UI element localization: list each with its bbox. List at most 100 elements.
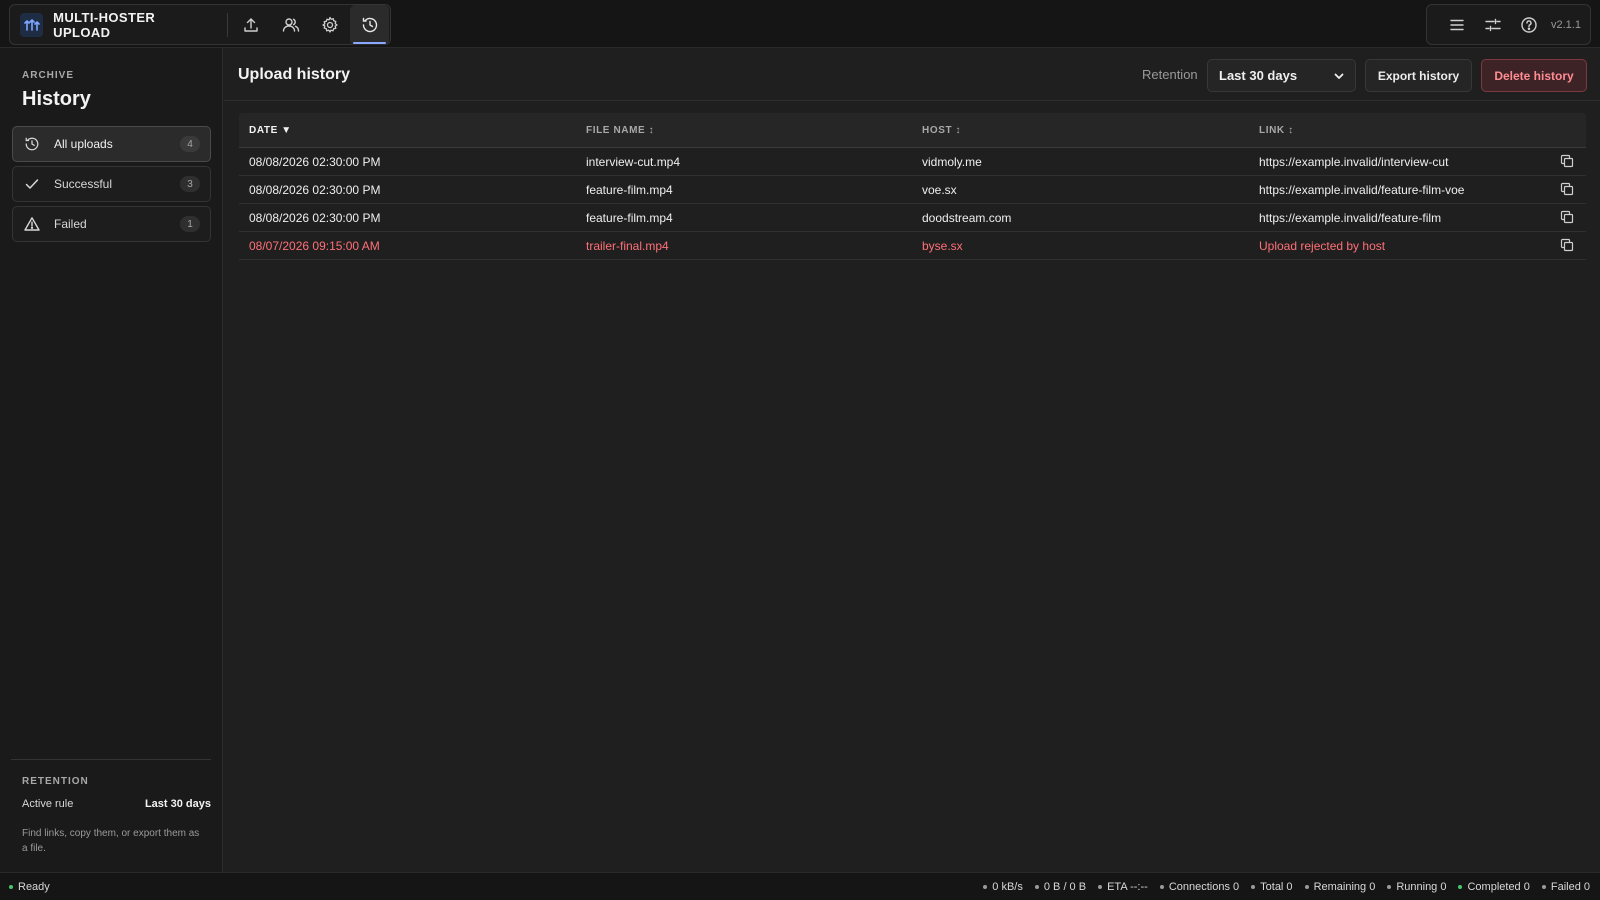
retention-note: Find links, copy them, or export them as… [22,828,200,854]
filter-label: Failed [54,217,87,231]
bullet-icon [1458,885,1463,889]
cell-host: byse.sx [922,238,963,253]
stat-failed: Failed 0 [1541,881,1590,893]
app-logo-icon [20,12,44,37]
cell-host: doodstream.com [922,210,1012,225]
copy-icon[interactable] [1560,182,1574,196]
stat-bytes: 0 B / 0 B [1034,881,1087,893]
filter-failed[interactable]: Failed 1 [12,206,211,242]
bullet-icon [983,885,988,889]
menu-icon [1450,19,1464,30]
bullet-icon [1387,885,1392,889]
copy-icon[interactable] [1560,238,1574,252]
retention-select[interactable]: Last 30 days [1207,59,1356,92]
brand-nav-group: MULTI-HOSTER UPLOAD [9,4,391,45]
stat-failed-value: Failed 0 [1550,881,1590,893]
divider [226,12,228,37]
sidebar-title: History [22,88,91,110]
cell-link[interactable]: https://example.invalid/feature-film-voe [1259,183,1464,197]
copy-icon[interactable] [1560,154,1574,168]
stat-running-value: Running 0 [1396,881,1447,893]
top-bar: MULTI-HOSTER UPLOAD v2.1.1 [0,0,1600,48]
stat-eta: ETA --:-- [1098,881,1148,893]
bullet-icon [1098,885,1103,889]
app-title: MULTI-HOSTER UPLOAD [53,9,156,40]
active-rule-label: Active rule [22,798,74,810]
sliders-icon [1485,18,1501,31]
filter-successful[interactable]: Successful 3 [12,166,211,202]
stat-remaining: Remaining 0 [1304,881,1376,893]
retention-panel: RETENTION Active rule Last 30 days Find … [11,759,211,854]
main-header: Upload history Retention Last 30 days Ex… [224,48,1600,101]
preferences-button[interactable] [1475,7,1511,43]
stat-completed: Completed 0 [1458,881,1530,893]
main-content: Upload history Retention Last 30 days Ex… [224,48,1600,872]
cell-host: voe.sx [922,182,957,197]
table-row-failed: 08/07/2026 09:15:00 AM trailer-final.mp4… [239,232,1586,260]
retention-selected-value: Last 30 days [1219,68,1298,83]
export-history-button[interactable]: Export history [1365,59,1472,92]
cell-date: 08/08/2026 02:30:00 PM [249,154,381,169]
table-row: 08/08/2026 02:30:00 PM interview-cut.mp4… [239,148,1586,176]
users-icon [282,17,299,32]
column-header-date[interactable]: DATE ▼ [249,125,292,136]
cell-error-message: Upload rejected by host [1259,238,1386,253]
filter-label: All uploads [54,137,113,151]
app-window: MULTI-HOSTER UPLOAD v2.1.1 ARCHIVE Histo… [0,0,1600,900]
bullet-icon [1034,885,1039,889]
check-icon [24,176,44,192]
history-icon [362,17,377,32]
cell-file-name: feature-film.mp4 [586,182,673,197]
bullet-icon [1251,885,1256,889]
column-header-host[interactable]: HOST ↕ [922,125,961,136]
ready-status: Ready [9,881,50,893]
column-header-link[interactable]: LINK ↕ [1259,125,1294,136]
table-row: 08/08/2026 02:30:00 PM feature-film.mp4 … [239,204,1586,232]
cell-link[interactable]: https://example.invalid/feature-film [1259,211,1441,225]
help-button[interactable] [1511,7,1547,43]
gear-icon [322,16,338,33]
sidebar: ARCHIVE History All uploads 4 Successful… [0,48,223,872]
cell-link[interactable]: https://example.invalid/interview-cut [1259,155,1448,169]
stat-running: Running 0 [1387,881,1446,893]
stat-bytes-value: 0 B / 0 B [1043,881,1087,893]
menu-button[interactable] [1439,7,1475,43]
stat-total-value: Total 0 [1260,881,1293,893]
cell-host: vidmoly.me [922,154,982,169]
column-header-file-name[interactable]: FILE NAME ↕ [586,125,654,136]
filter-count-badge: 3 [180,176,200,192]
stat-eta-value: ETA --:-- [1107,881,1148,893]
stat-speed: 0 kB/s [983,881,1023,893]
bullet-icon [1304,885,1309,889]
page-title: Upload history [238,66,351,83]
filter-label: Successful [54,177,113,191]
filter-all-uploads[interactable]: All uploads 4 [12,126,211,162]
utility-group: v2.1.1 [1426,4,1591,45]
nav-settings-button[interactable] [311,5,350,45]
filter-count-badge: 1 [180,216,200,232]
help-icon [1521,16,1537,33]
warning-icon [24,216,44,232]
stat-remaining-value: Remaining 0 [1313,881,1376,893]
stat-connections: Connections 0 [1159,881,1239,893]
copy-icon[interactable] [1560,210,1574,224]
history-table: DATE ▼ FILE NAME ↕ HOST ↕ LINK ↕ 08/08/2… [239,113,1586,260]
nav-upload-button[interactable] [232,5,271,45]
cell-date: 08/08/2026 02:30:00 PM [249,210,381,225]
table-header: DATE ▼ FILE NAME ↕ HOST ↕ LINK ↕ [239,113,1586,148]
retention-eyebrow: RETENTION [22,776,89,787]
stat-total: Total 0 [1251,881,1293,893]
active-rule-value: Last 30 days [144,798,211,810]
filter-count-badge: 4 [180,136,200,152]
nav-accounts-button[interactable] [271,5,310,45]
delete-history-button[interactable]: Delete history [1481,59,1587,92]
bullet-icon [1541,885,1546,889]
cell-file-name: feature-film.mp4 [586,210,673,225]
retention-label: Retention [1142,67,1198,82]
status-dot-icon [9,885,13,889]
cell-file-name: trailer-final.mp4 [586,238,669,253]
history-icon [24,136,44,152]
status-bar: Ready 0 kB/s 0 B / 0 B ETA --:-- Connect… [0,872,1600,900]
cell-date: 08/08/2026 02:30:00 PM [249,182,381,197]
nav-history-button[interactable] [350,4,389,45]
